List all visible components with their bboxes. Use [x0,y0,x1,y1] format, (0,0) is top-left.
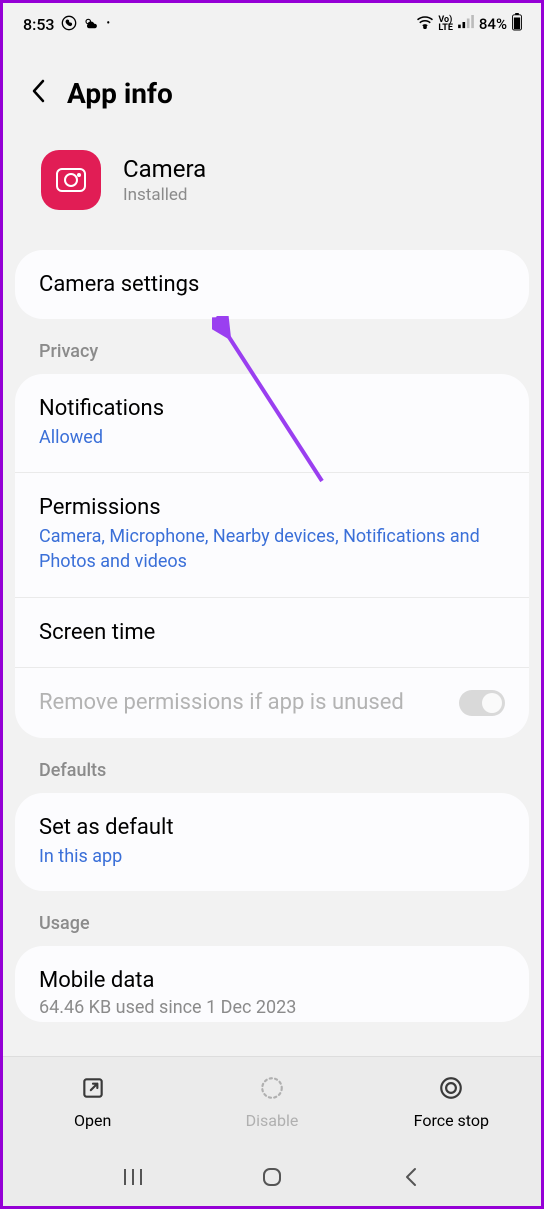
card-settings: Camera settings [15,250,529,319]
force-stop-icon [438,1075,464,1105]
row-camera-settings[interactable]: Camera settings [15,250,529,319]
back-button[interactable] [29,78,49,110]
battery-icon [511,13,523,35]
toggle-switch[interactable] [459,690,505,716]
nav-home[interactable] [260,1165,284,1189]
row-title: Camera settings [39,272,505,297]
weather-icon [83,16,101,33]
section-label-privacy: Privacy [3,319,541,374]
battery-text: 84% [479,15,507,33]
wifi-icon [416,15,434,33]
header: App info [3,41,541,140]
section-label-defaults: Defaults [3,738,541,793]
signal-icon [457,15,475,33]
action-label: Open [74,1111,111,1130]
app-header: Camera Installed [3,140,541,250]
nav-recents[interactable] [121,1165,145,1189]
action-open[interactable]: Open [3,1057,182,1148]
status-right: Vo)LTE 84% [416,13,523,35]
row-notifications[interactable]: Notifications Allowed [15,374,529,472]
card-privacy: Notifications Allowed Permissions Camera… [15,374,529,738]
page-title: App info [67,77,173,110]
volte-icon: Vo)LTE [438,16,453,32]
dot-icon: • [107,19,111,29]
bottom-action-bar: Open Disable Force stop [3,1056,541,1148]
row-title: Permissions [39,495,505,520]
row-mobile-data[interactable]: Mobile data 64.46 KB used since 1 Dec 20… [15,946,529,1022]
row-sub: Allowed [39,425,505,450]
card-defaults: Set as default In this app [15,793,529,891]
action-disable[interactable]: Disable [182,1057,361,1148]
row-remove-permissions[interactable]: Remove permissions if app is unused [15,667,529,738]
status-time: 8:53 [23,15,55,34]
row-set-default[interactable]: Set as default In this app [15,793,529,891]
row-screen-time[interactable]: Screen time [15,597,529,667]
row-sub: In this app [39,844,505,869]
row-title: Set as default [39,815,505,840]
row-title: Notifications [39,396,505,421]
navigation-bar [3,1148,541,1206]
nav-back[interactable] [399,1165,423,1189]
row-title: Remove permissions if app is unused [39,690,404,715]
app-name: Camera [123,155,206,183]
row-title: Mobile data [39,968,505,993]
card-usage: Mobile data 64.46 KB used since 1 Dec 20… [15,946,529,1022]
open-icon [80,1075,106,1105]
app-status: Installed [123,185,206,205]
row-sub: Camera, Microphone, Nearby devices, Noti… [39,524,505,574]
disable-icon [259,1075,285,1105]
row-title: Screen time [39,620,505,645]
section-label-usage: Usage [3,891,541,946]
row-permissions[interactable]: Permissions Camera, Microphone, Nearby d… [15,472,529,596]
row-sub: 64.46 KB used since 1 Dec 2023 [39,997,505,1018]
action-force-stop[interactable]: Force stop [362,1057,541,1148]
action-label: Force stop [414,1111,489,1130]
status-left: 8:53 • [23,15,110,34]
app-icon [41,150,101,210]
whatsapp-icon [61,15,77,34]
status-bar: 8:53 • Vo)LTE 84% [3,3,541,41]
action-label: Disable [246,1111,299,1130]
